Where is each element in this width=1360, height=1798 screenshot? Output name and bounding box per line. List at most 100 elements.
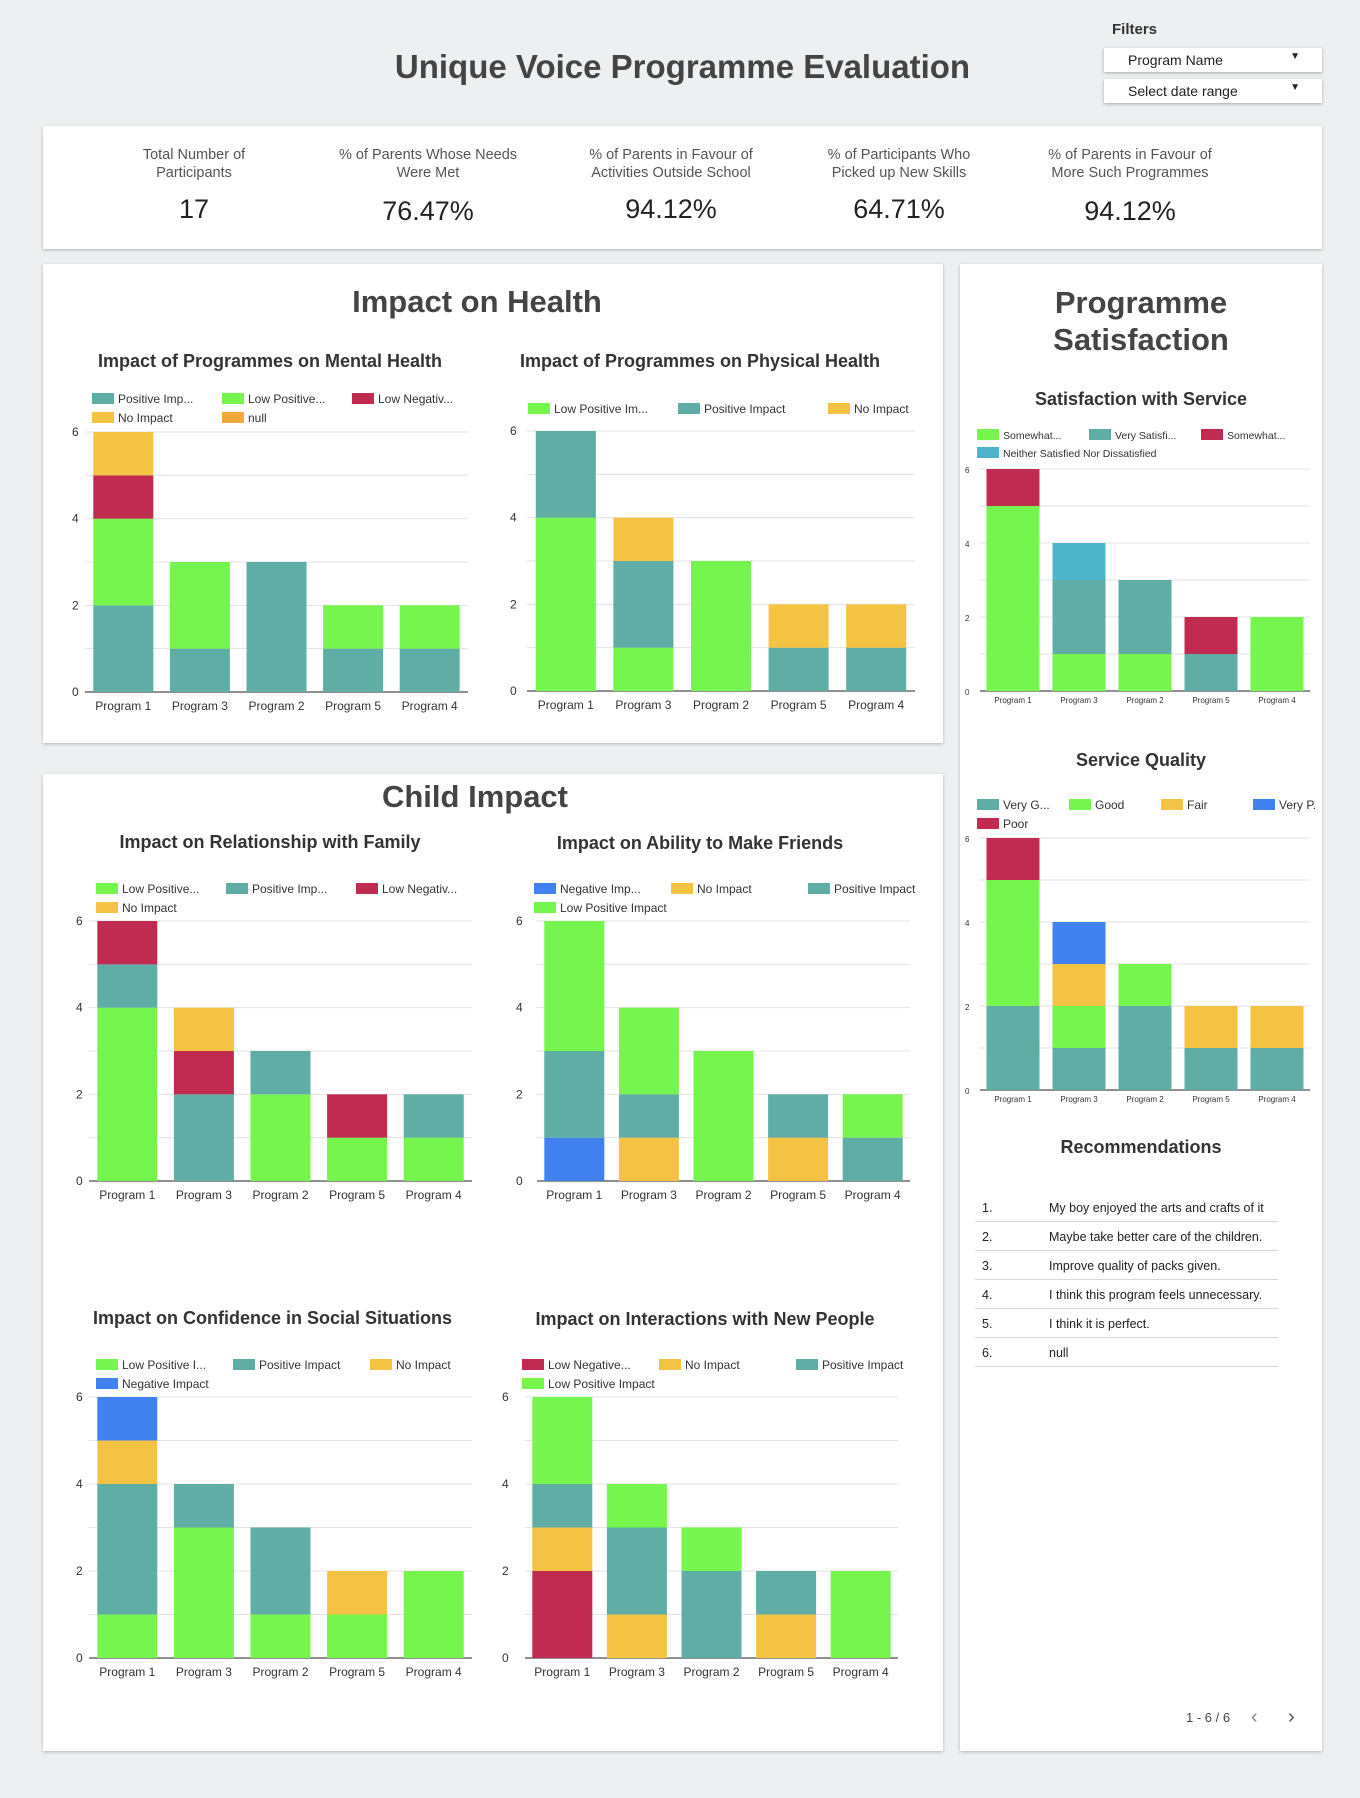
kpi-new-skills: % of Participants Who Picked up New Skil…	[789, 146, 1009, 225]
y-tick-label: 6	[965, 466, 970, 475]
satisfaction-section-title: Programme Satisfaction	[960, 284, 1322, 358]
legend-label: Positive Impact	[259, 1358, 341, 1372]
bar-segment	[323, 605, 384, 649]
y-tick-label: 4	[502, 1477, 509, 1491]
x-tick-label: Program 2	[1126, 1095, 1164, 1104]
y-tick-label: 0	[965, 1087, 970, 1096]
x-tick-label: Program 3	[1060, 1095, 1098, 1104]
x-tick-label: Program 1	[99, 1665, 155, 1679]
chevron-left-icon[interactable]: ‹	[1251, 1706, 1258, 1729]
health-section-title: Impact on Health	[352, 284, 602, 319]
bar-segment	[250, 1527, 311, 1615]
legend-swatch	[1089, 429, 1111, 440]
legend-swatch	[977, 818, 999, 829]
bar-segment	[544, 1051, 605, 1138]
bar-segment	[250, 1614, 311, 1658]
legend-swatch	[522, 1359, 544, 1370]
legend-label: Fair	[1187, 798, 1208, 812]
bar-segment	[613, 517, 674, 561]
legend-label: Low Negativ...	[378, 392, 453, 406]
chevron-right-icon[interactable]: ›	[1288, 1706, 1295, 1729]
recommendation-text: Maybe take better care of the children.	[1049, 1230, 1263, 1244]
program-name-filter[interactable]: Program Name ▼	[1104, 48, 1322, 72]
bar-segment	[173, 1527, 234, 1658]
bar-segment	[97, 1440, 158, 1484]
kpi-label: Total Number of Participants	[142, 147, 246, 181]
recommendation-row: 2. Maybe take better care of the children…	[975, 1222, 1278, 1251]
legend-swatch	[534, 902, 556, 913]
kpi-label: % of Parents Whose Needs Were Met	[338, 147, 518, 181]
y-tick-label: 6	[516, 914, 523, 928]
bar-segment	[1184, 654, 1238, 691]
legend-label: Positive Impact	[822, 1358, 904, 1372]
making-friends-chart: Negative Imp... No Impact Positive Impact L…	[516, 882, 916, 1202]
y-tick-label: 4	[965, 540, 970, 549]
legend-swatch	[92, 393, 114, 404]
x-tick-label: Program 3	[615, 698, 671, 712]
bar-segment	[768, 647, 829, 691]
page-title: Unique Voice Programme Evaluation	[394, 48, 971, 85]
bar-segment	[93, 605, 154, 692]
kpi-more-programmes: % of Parents in Favour of More Such Prog…	[1020, 146, 1240, 227]
legend-swatch	[96, 1378, 118, 1389]
legend-swatch	[828, 403, 850, 414]
bar-segment	[250, 1094, 311, 1181]
bar-segment	[830, 1571, 891, 1658]
bar-segment	[93, 432, 154, 476]
bar-segment	[97, 921, 158, 965]
legend-label: Low Negative...	[548, 1358, 631, 1372]
x-tick-label: Program 2	[248, 699, 304, 713]
recommendation-text: My boy enjoyed the arts and crafts of it	[1049, 1201, 1264, 1215]
bar-segment	[681, 1571, 742, 1658]
bar-segment	[756, 1571, 817, 1615]
bar-segment	[1052, 1048, 1106, 1090]
legend-label: Low Positive...	[122, 882, 199, 896]
legend-swatch	[96, 1359, 118, 1370]
y-tick-label: 0	[502, 1651, 509, 1665]
y-tick-label: 0	[965, 688, 970, 697]
program-name-filter-label: Program Name	[1128, 52, 1223, 68]
bar-segment	[606, 1484, 667, 1528]
chevron-down-icon: ▼	[1290, 82, 1300, 93]
legend-swatch	[352, 393, 374, 404]
bar-segment	[173, 1094, 234, 1181]
recommendation-row: 5. I think it is perfect.	[975, 1309, 1278, 1338]
bar-segment	[327, 1094, 388, 1138]
bar-segment	[532, 1397, 593, 1484]
y-tick-label: 2	[502, 1564, 509, 1578]
pagination-range: 1 - 6 / 6	[1186, 1710, 1231, 1725]
bar-segment	[846, 604, 907, 648]
y-tick-label: 2	[965, 1003, 970, 1012]
legend-label: No Impact	[685, 1358, 740, 1372]
chart-title: Impact of Programmes on Mental Health	[97, 351, 443, 371]
y-tick-label: 4	[76, 1477, 83, 1491]
x-tick-label: Program 4	[833, 1665, 889, 1679]
legend-swatch	[678, 403, 700, 414]
bar-segment	[986, 1006, 1040, 1090]
recommendation-text: null	[1049, 1346, 1069, 1360]
chart-title: Impact on Relationship with Family	[119, 832, 421, 852]
x-tick-label: Program 5	[1192, 1095, 1230, 1104]
y-tick-label: 4	[510, 511, 517, 525]
x-tick-label: Program 2	[1126, 696, 1164, 705]
y-tick-label: 0	[76, 1651, 83, 1665]
bar-segment	[1250, 1048, 1304, 1090]
bar-segment	[1052, 580, 1106, 654]
y-tick-label: 2	[516, 1087, 523, 1101]
bar-segment	[768, 604, 829, 648]
kpi-value: 76.47%	[382, 196, 474, 226]
bar-segment	[1184, 617, 1238, 654]
legend-label: No Impact	[697, 882, 752, 896]
family-relationship-chart: Low Positive... Positive Imp... Low Negati…	[76, 882, 472, 1202]
legend-swatch	[977, 429, 999, 440]
bar-segment	[535, 517, 596, 691]
y-tick-label: 6	[510, 424, 517, 438]
y-tick-label: 4	[965, 919, 970, 928]
date-range-filter[interactable]: Select date range ▼	[1104, 79, 1322, 103]
legend-label: Poor	[1003, 817, 1028, 831]
bar-segment	[327, 1614, 388, 1658]
satisfaction-section-title-text: Programme Satisfaction	[1053, 285, 1229, 357]
x-tick-label: Program 5	[758, 1665, 814, 1679]
recommendation-number: 1.	[982, 1201, 993, 1215]
bar-segment	[1052, 922, 1106, 964]
